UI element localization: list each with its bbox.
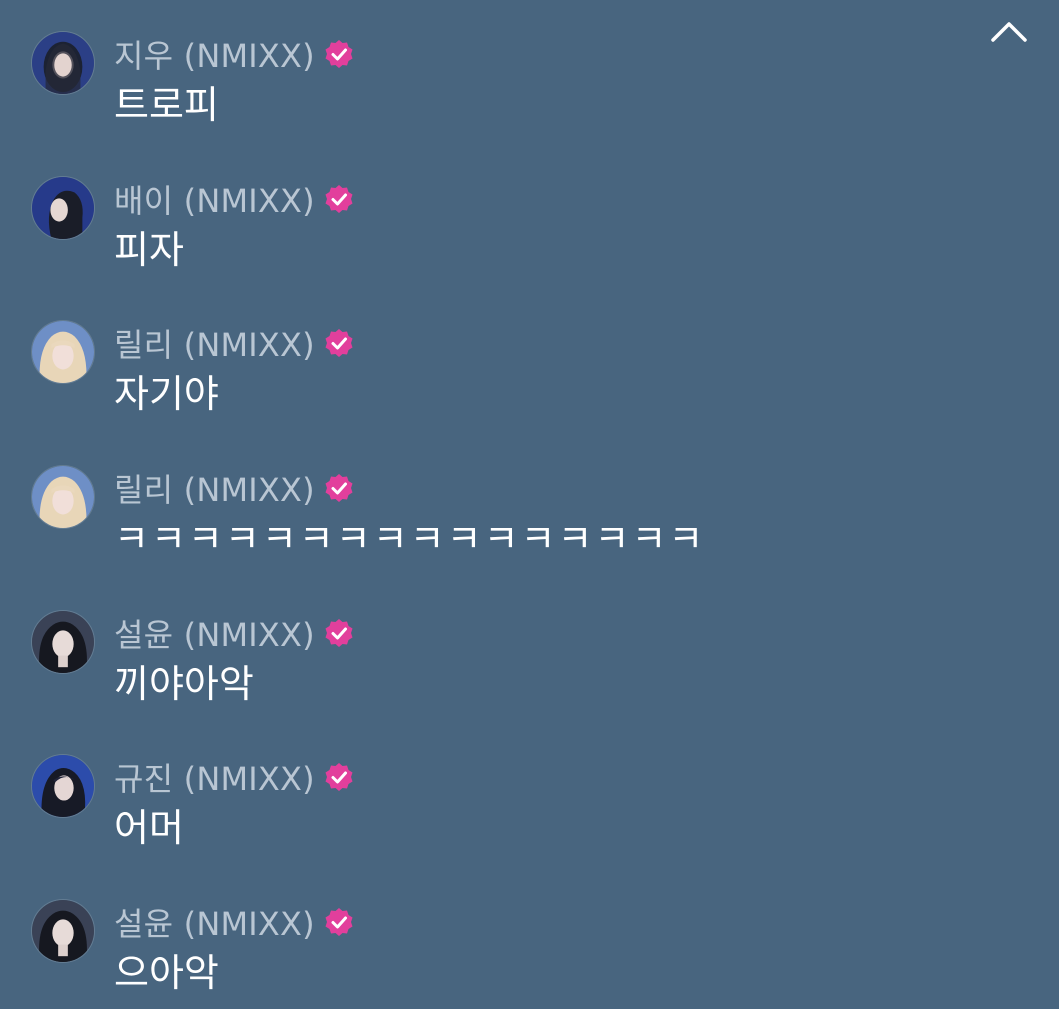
verified-badge-icon xyxy=(323,38,355,70)
message-text: 끼야아악 xyxy=(114,662,254,706)
sender-name[interactable]: 릴리 (NMIXX) xyxy=(114,465,315,511)
message-text: 트로피 xyxy=(114,83,219,127)
chat-message[interactable]: 지우 (NMIXX) 트로피 xyxy=(0,0,1000,140)
message-text: 자기야 xyxy=(114,372,219,416)
chat-message[interactable]: 배이 (NMIXX) 피자 xyxy=(0,145,1000,285)
avatar[interactable] xyxy=(31,31,95,95)
verified-badge-icon xyxy=(323,183,355,215)
sender-name[interactable]: 규진 (NMIXX) xyxy=(114,754,315,800)
avatar[interactable] xyxy=(31,176,95,240)
avatar[interactable] xyxy=(31,754,95,818)
sender-row: 릴리 (NMIXX) xyxy=(114,466,355,510)
chat-message[interactable]: 설윤 (NMIXX) 끼야아악 xyxy=(0,579,1000,719)
message-text: ㅋㅋㅋㅋㅋㅋㅋㅋㅋㅋㅋㅋㅋㅋㅋㅋ xyxy=(114,517,706,561)
chat-message[interactable]: 설윤 (NMIXX) 으아악 xyxy=(0,868,1000,1008)
message-text: 으아악 xyxy=(114,951,219,995)
avatar[interactable] xyxy=(31,899,95,963)
verified-badge-icon xyxy=(323,761,355,793)
verified-badge-icon xyxy=(323,327,355,359)
sender-name[interactable]: 설윤 (NMIXX) xyxy=(114,610,315,656)
avatar[interactable] xyxy=(31,320,95,384)
verified-badge-icon xyxy=(323,617,355,649)
sender-row: 설윤 (NMIXX) xyxy=(114,900,355,944)
sender-row: 릴리 (NMIXX) xyxy=(114,321,355,365)
message-text: 피자 xyxy=(114,228,184,272)
chat-message[interactable]: 릴리 (NMIXX) ㅋㅋㅋㅋㅋㅋㅋㅋㅋㅋㅋㅋㅋㅋㅋㅋ xyxy=(0,434,1000,574)
verified-badge-icon xyxy=(323,472,355,504)
sender-row: 규진 (NMIXX) xyxy=(114,755,355,799)
chat-message[interactable]: 릴리 (NMIXX) 자기야 xyxy=(0,289,1000,429)
chat-message-list[interactable]: 지우 (NMIXX) 트로피 배이 (NMIXX) 피자 릴리 (NMIXX) … xyxy=(0,0,1059,1009)
sender-name[interactable]: 릴리 (NMIXX) xyxy=(114,320,315,366)
message-text: 어머 xyxy=(114,806,184,850)
avatar[interactable] xyxy=(31,610,95,674)
sender-row: 지우 (NMIXX) xyxy=(114,32,355,76)
verified-badge-icon xyxy=(323,906,355,938)
sender-name[interactable]: 지우 (NMIXX) xyxy=(114,31,315,77)
sender-row: 배이 (NMIXX) xyxy=(114,177,355,221)
sender-row: 설윤 (NMIXX) xyxy=(114,611,355,655)
avatar[interactable] xyxy=(31,465,95,529)
sender-name[interactable]: 설윤 (NMIXX) xyxy=(114,899,315,945)
chat-message[interactable]: 규진 (NMIXX) 어머 xyxy=(0,723,1000,863)
sender-name[interactable]: 배이 (NMIXX) xyxy=(114,176,315,222)
